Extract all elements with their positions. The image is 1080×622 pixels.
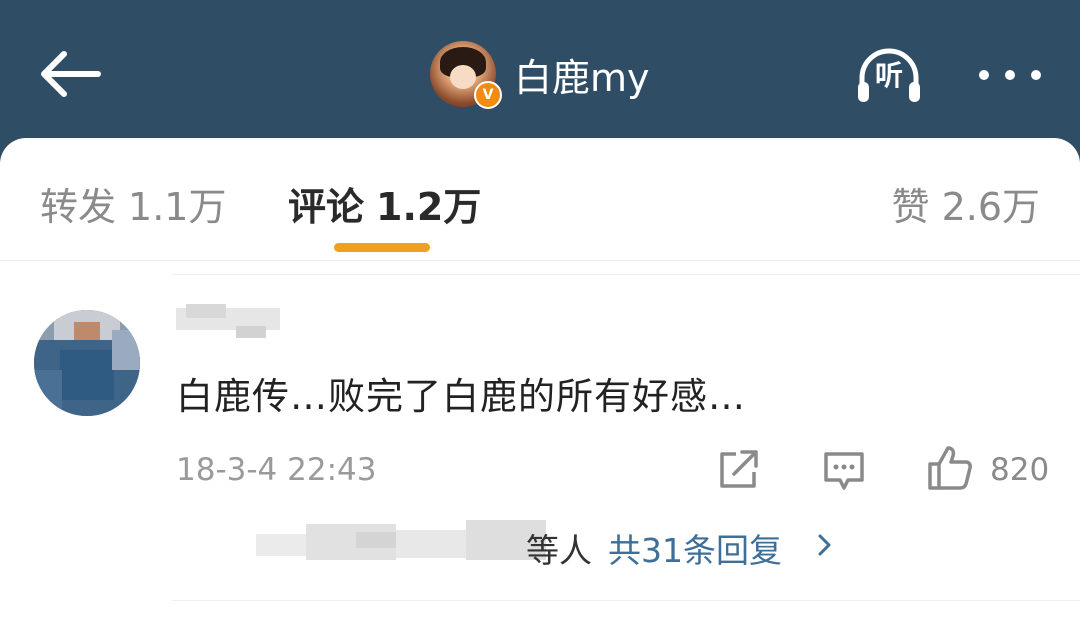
account-name[interactable]: 白鹿my	[514, 47, 650, 102]
commenter-avatar[interactable]	[34, 310, 140, 416]
like-count[interactable]: 820	[990, 452, 1049, 488]
tab-comments-count: 1.2万	[376, 185, 482, 229]
tab-comments-label: 评论	[288, 185, 365, 229]
comment-divider-top	[172, 274, 1080, 275]
like-button[interactable]	[926, 444, 974, 492]
tab-bar: 转发 1.1万 评论 1.2万 赞 2.6万	[0, 138, 1080, 260]
replier-names-blurred	[256, 520, 546, 562]
commenter-name-blurred[interactable]	[176, 302, 280, 342]
top-navigation-bar: V 白鹿my 听	[0, 0, 1080, 150]
reply-summary[interactable]: 等人 共31条回复	[256, 514, 856, 574]
active-tab-indicator	[334, 243, 430, 252]
view-replies-link[interactable]: 共31条回复	[608, 524, 782, 572]
comment-text: 白鹿传…败完了白鹿的所有好感…	[176, 375, 746, 418]
account-avatar[interactable]: V	[430, 41, 502, 109]
tab-likes[interactable]: 赞 2.6万	[892, 176, 1040, 231]
more-dots-icon	[979, 70, 1041, 80]
tab-reposts-label: 转发	[40, 185, 117, 229]
more-button[interactable]	[970, 60, 1050, 90]
tab-divider	[0, 260, 1080, 261]
listen-label: 听	[874, 59, 903, 92]
comment-divider-bottom	[172, 600, 1080, 601]
reply-partial-text: 等人	[526, 531, 592, 570]
thumbs-up-icon	[928, 446, 972, 490]
comment-timestamp: 18-3-4 22:43	[176, 452, 377, 488]
tab-reposts-count: 1.1万	[128, 185, 227, 229]
reply-button[interactable]	[822, 448, 866, 492]
comments-panel: 转发 1.1万 评论 1.2万 赞 2.6万 白鹿传…败完了白鹿的所有好感… 18-3…	[0, 138, 1080, 622]
tab-likes-label: 赞	[891, 185, 930, 229]
comment-icon	[824, 452, 864, 490]
share-icon	[720, 450, 758, 488]
tab-comments[interactable]: 评论 1.2万	[288, 176, 481, 231]
tab-reposts[interactable]: 转发 1.1万	[40, 176, 226, 231]
share-button[interactable]	[716, 448, 760, 492]
listen-button[interactable]: 听	[852, 44, 926, 102]
tab-likes-count: 2.6万	[941, 185, 1040, 229]
account-title[interactable]: V 白鹿my	[430, 40, 650, 109]
back-arrow-icon	[41, 51, 101, 97]
back-button[interactable]	[36, 46, 106, 102]
verified-badge-icon: V	[474, 81, 502, 109]
chevron-right-icon	[818, 534, 831, 556]
